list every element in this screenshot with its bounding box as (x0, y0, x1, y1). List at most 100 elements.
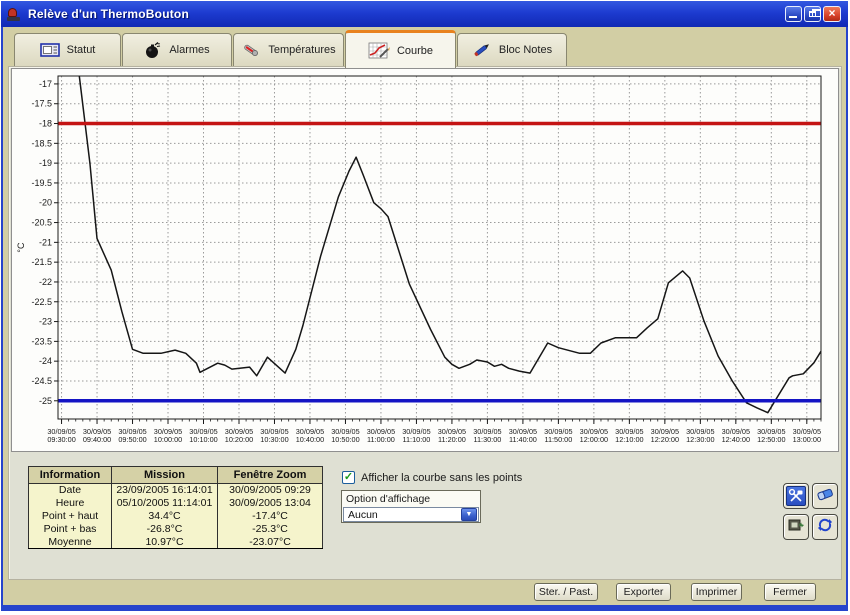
y-tick-label: -17 (39, 79, 52, 89)
copy-view-button[interactable] (783, 514, 809, 540)
tab-label: Bloc Notes (499, 44, 552, 56)
show-curve-checkbox-row: ✓ Afficher la courbe sans les points (342, 471, 522, 484)
eraser-button[interactable] (812, 483, 838, 509)
imprimer-button[interactable]: Imprimer (691, 583, 742, 601)
x-tick-time-label: 10:20:00 (225, 435, 253, 444)
x-tick-time-label: 12:10:00 (615, 435, 643, 444)
exporter-button[interactable]: Exporter (616, 583, 671, 601)
info-table-cell: Heure (29, 497, 112, 510)
check-icon: ✓ (344, 471, 353, 483)
x-tick-time-label: 10:10:00 (189, 435, 217, 444)
window-title: Relève d'un ThermoBouton (28, 7, 189, 21)
display-option-label: Option d'affichage (346, 493, 480, 505)
refresh-icon (817, 517, 833, 538)
y-tick-label: -25 (39, 396, 52, 406)
y-axis-label: °C (16, 242, 26, 253)
x-tick-time-label: 09:30:00 (47, 435, 75, 444)
y-tick-label: -19 (39, 158, 52, 168)
x-tick-time-label: 12:00:00 (580, 435, 608, 444)
bomb-icon (144, 41, 162, 59)
y-tick-label: -21.5 (31, 257, 52, 267)
chart-plot-area[interactable] (58, 76, 821, 419)
info-table-cell: -25.3°C (218, 523, 323, 536)
x-tick-time-label: 11:00:00 (367, 435, 395, 444)
copy-view-icon (787, 517, 805, 538)
x-tick-time-label: 09:40:00 (83, 435, 111, 444)
app-icon (7, 7, 22, 22)
pen-icon (472, 41, 492, 59)
y-tick-label: -23.5 (31, 336, 52, 346)
y-tick-label: -19.5 (31, 178, 52, 188)
x-tick-time-label: 10:50:00 (331, 435, 359, 444)
refresh-button[interactable] (812, 514, 838, 540)
info-table-header-cell: Fenêtre Zoom (218, 467, 323, 484)
curve-chart-icon (368, 42, 390, 60)
info-table-cell: 10.97°C (112, 536, 218, 549)
fermer-button[interactable]: Fermer (764, 583, 816, 601)
x-tick-time-label: 11:10:00 (402, 435, 430, 444)
y-tick-label: -18.5 (31, 138, 52, 148)
info-table-cell: -26.8°C (112, 523, 218, 536)
x-tick-time-label: 09:50:00 (118, 435, 146, 444)
tab-bloc-notes[interactable]: Bloc Notes (457, 33, 567, 66)
tab-statut[interactable]: Statut (14, 33, 121, 66)
tab-label: Alarmes (169, 44, 209, 56)
tab-label: Statut (67, 44, 96, 56)
status-panel-icon (40, 43, 60, 57)
y-tick-label: -18 (39, 119, 52, 129)
info-table-body: Date23/09/2005 16:14:0130/09/2005 09:29H… (29, 484, 323, 549)
eraser-icon (816, 486, 834, 507)
tab-temperatures[interactable]: Températures (233, 33, 344, 66)
info-table-row: Date23/09/2005 16:14:0130/09/2005 09:29 (29, 484, 323, 497)
y-tick-label: -22.5 (31, 297, 52, 307)
info-table-cell: 34.4°C (112, 510, 218, 523)
y-tick-label: -20.5 (31, 218, 52, 228)
info-table-cell: Moyenne (29, 536, 112, 549)
x-tick-time-label: 11:20:00 (438, 435, 466, 444)
display-option-select[interactable]: Aucun ▼ (343, 507, 479, 522)
chevron-down-icon: ▼ (461, 508, 477, 521)
y-tick-label: -23 (39, 317, 52, 327)
tab-label: Courbe (397, 45, 433, 57)
minimize-button[interactable] (785, 6, 802, 22)
info-table-cell: 30/09/2005 13:04 (218, 497, 323, 510)
restore-icon (809, 11, 816, 17)
minimize-icon (789, 16, 797, 18)
info-table-cell: 30/09/2005 09:29 (218, 484, 323, 497)
y-tick-label: -17.5 (31, 99, 52, 109)
window-bottom-border (1, 605, 848, 611)
x-tick-time-label: 13:00:00 (793, 435, 821, 444)
show-curve-checkbox[interactable]: ✓ (342, 471, 355, 484)
info-table-header-cell: Information (29, 467, 112, 484)
show-curve-checkbox-label: Afficher la courbe sans les points (361, 472, 522, 484)
info-table-cell: Point + haut (29, 510, 112, 523)
y-tick-label: -24.5 (31, 376, 52, 386)
tab-courbe[interactable]: Courbe (345, 30, 456, 68)
x-tick-time-label: 12:50:00 (757, 435, 785, 444)
restore-button[interactable] (804, 6, 821, 22)
x-tick-time-label: 10:30:00 (260, 435, 288, 444)
info-table-cell: Date (29, 484, 112, 497)
x-tick-time-label: 12:30:00 (686, 435, 714, 444)
display-option-group: Option d'affichage Aucun ▼ (341, 490, 481, 523)
y-tick-label: -24 (39, 356, 52, 366)
x-tick-time-label: 11:50:00 (544, 435, 572, 444)
tab-label: Températures (268, 44, 335, 56)
info-table-row: Point + bas-26.8°C-25.3°C (29, 523, 323, 536)
ster-past-button[interactable]: Ster. / Past. (534, 583, 598, 601)
y-tick-label: -21 (39, 237, 52, 247)
info-table: InformationMissionFenêtre Zoom Date23/09… (28, 466, 323, 549)
application-window: Relève d'un ThermoBouton × Statut Alarme… (0, 0, 850, 615)
info-table-cell: 05/10/2005 11:14:01 (112, 497, 218, 510)
info-table-header: InformationMissionFenêtre Zoom (29, 467, 323, 484)
info-table-row: Point + haut34.4°C-17.4°C (29, 510, 323, 523)
y-tick-label: -22 (39, 277, 52, 287)
close-button[interactable]: × (823, 6, 841, 22)
tools-button[interactable] (783, 483, 809, 509)
tab-alarmes[interactable]: Alarmes (122, 33, 232, 66)
info-table-cell: -17.4°C (218, 510, 323, 523)
title-bar: Relève d'un ThermoBouton × (1, 1, 848, 27)
info-table-row: Heure05/10/2005 11:14:0130/09/2005 13:04 (29, 497, 323, 510)
x-tick-time-label: 10:00:00 (154, 435, 182, 444)
x-tick-time-label: 11:40:00 (509, 435, 537, 444)
